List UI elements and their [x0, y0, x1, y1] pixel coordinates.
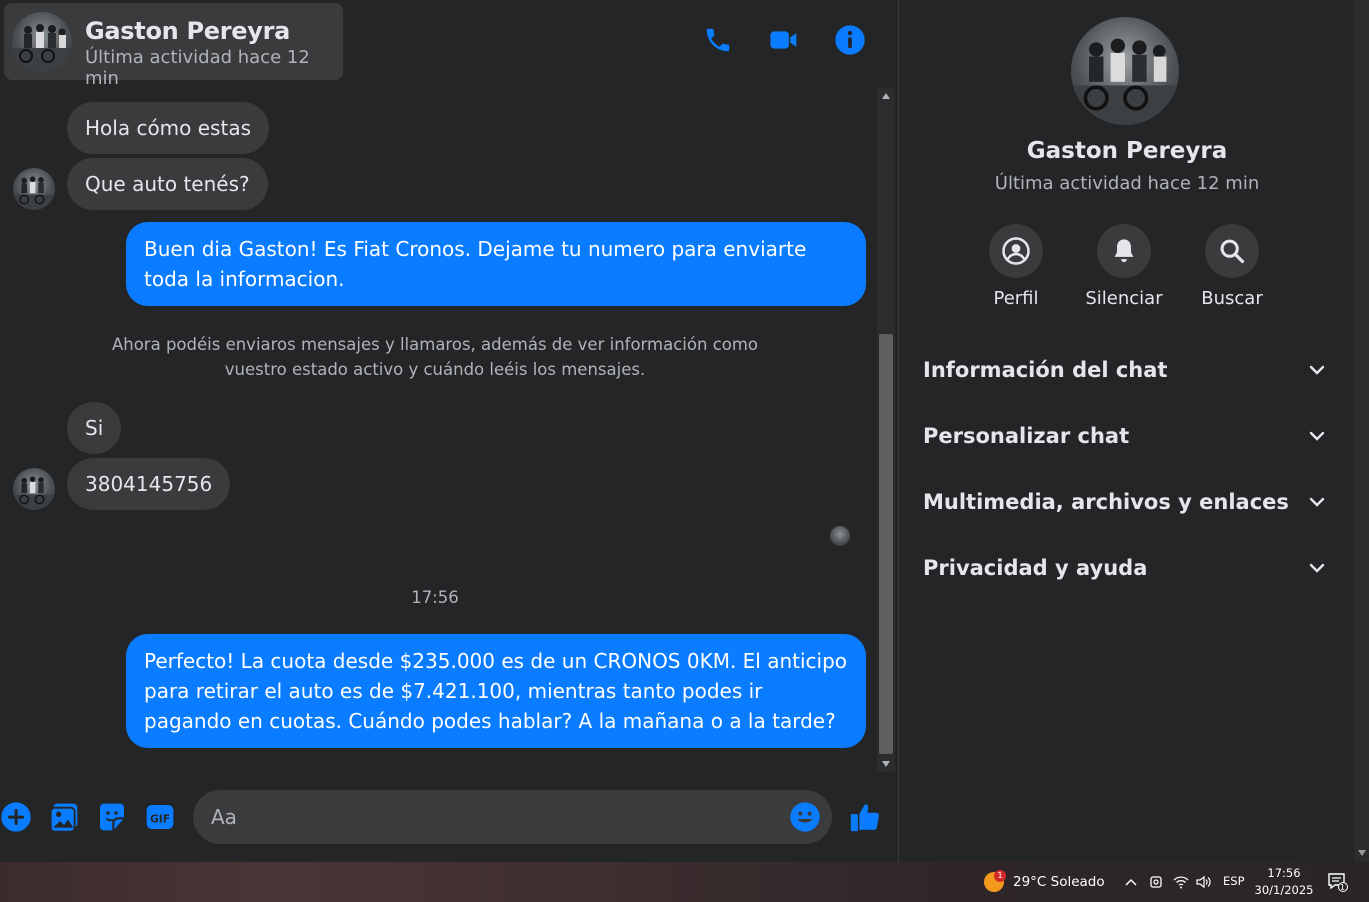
windows-taskbar: 1 29°C Soleado ESP 17:56 30/1/2025 1 [0, 862, 1369, 902]
message-outgoing[interactable]: Buen dia Gaston! Es Fiat Cronos. Dejame … [126, 222, 866, 306]
conversation-info-button[interactable] [832, 22, 868, 58]
chevron-down-icon [1309, 563, 1325, 573]
profile-label: Perfil [993, 288, 1039, 309]
search-button[interactable] [1205, 224, 1259, 278]
weather-badge: 1 [994, 870, 1006, 882]
contact-name: Gaston Pereyra [1026, 138, 1228, 164]
notifications-button[interactable]: 1 [1325, 870, 1349, 894]
emoji-button[interactable] [787, 799, 823, 835]
clock-date: 30/1/2025 [1254, 883, 1314, 897]
contact-status: Última actividad hace 12 min [85, 47, 310, 89]
plus-icon [1, 802, 31, 832]
emoji-icon [790, 802, 820, 832]
phone-icon [706, 28, 730, 52]
message-input[interactable] [193, 790, 832, 844]
info-icon [835, 25, 865, 55]
network-button[interactable] [1172, 872, 1190, 892]
chevron-down-icon [1309, 497, 1325, 507]
speaker-icon [1196, 875, 1211, 889]
clock-time: 17:56 [1267, 866, 1301, 880]
section-customize-chat[interactable]: Personalizar chat [909, 408, 1341, 464]
search-icon [1220, 239, 1245, 264]
camera-icon [1150, 876, 1162, 888]
section-label: Privacidad y ayuda [923, 556, 1148, 580]
section-label: Personalizar chat [923, 424, 1130, 448]
contact-profile-photo[interactable] [1071, 17, 1179, 125]
input-language[interactable]: ESP [1223, 874, 1245, 888]
wifi-icon [1173, 876, 1189, 889]
sticker-button[interactable] [94, 799, 130, 835]
page-scrollbar[interactable] [1354, 0, 1369, 862]
sender-avatar[interactable] [13, 168, 55, 210]
avatar-photo [12, 24, 72, 72]
user-circle-icon [1002, 237, 1030, 265]
show-hidden-icons-button[interactable] [1123, 872, 1139, 892]
section-label: Información del chat [923, 358, 1168, 382]
profile-button[interactable] [989, 224, 1043, 278]
mute-action[interactable]: Silenciar [1069, 224, 1179, 309]
weather-widget[interactable]: 29°C Soleado [1013, 874, 1105, 890]
scroll-up-arrow-icon[interactable] [877, 88, 895, 104]
profile-action[interactable]: Perfil [961, 224, 1071, 309]
message-list: Hola cómo estas Que auto tenés? Buen dia… [0, 88, 878, 772]
conversation-info-panel: Gaston Pereyra Última actividad hace 12 … [898, 0, 1354, 862]
search-label: Buscar [1201, 288, 1263, 309]
video-call-button[interactable] [766, 22, 802, 58]
chevron-down-icon [1309, 365, 1325, 375]
mute-button[interactable] [1097, 224, 1151, 278]
image-icon [49, 803, 78, 833]
message-incoming[interactable]: Si [67, 402, 122, 454]
like-icon [850, 804, 879, 832]
message-incoming[interactable]: 3804145756 [67, 458, 231, 510]
scroll-thumb[interactable] [879, 334, 893, 754]
more-actions-button[interactable] [0, 799, 34, 835]
chat-pane: Gaston Pereyra Última actividad hace 12 … [0, 0, 898, 862]
section-chat-info[interactable]: Información del chat [909, 342, 1341, 398]
avatar-photo [13, 476, 55, 510]
section-media-files-links[interactable]: Multimedia, archivos y enlaces [909, 474, 1341, 530]
system-notice: Ahora podéis enviaros mensajes y llamaro… [111, 335, 759, 379]
gif-icon: GIF [146, 805, 174, 829]
scroll-down-arrow-icon[interactable] [1358, 850, 1366, 856]
message-incoming[interactable]: Hola cómo estas [67, 102, 269, 154]
chat-header[interactable]: Gaston Pereyra Última actividad hace 12 … [4, 3, 343, 89]
contact-status: Última actividad hace 12 min [994, 173, 1260, 194]
message-timestamp: 17:56 [411, 588, 459, 607]
chevron-down-icon [1309, 431, 1325, 441]
read-receipt-avatar [830, 526, 850, 546]
bell-icon [1114, 239, 1134, 263]
svg-text:GIF: GIF [150, 812, 170, 825]
contact-name[interactable]: Gaston Pereyra [85, 17, 290, 45]
message-incoming[interactable]: Que auto tenés? [67, 158, 268, 210]
notification-count: 1 [1340, 883, 1346, 892]
mute-label: Silenciar [1085, 288, 1163, 309]
message-scrollbar[interactable] [877, 88, 895, 772]
search-action[interactable]: Buscar [1177, 224, 1287, 309]
section-label: Multimedia, archivos y enlaces [923, 490, 1289, 514]
system-clock[interactable]: 17:56 30/1/2025 [1252, 865, 1316, 899]
chevron-up-icon [1125, 878, 1137, 886]
phone-call-button[interactable] [700, 22, 736, 58]
attach-photo-button[interactable] [46, 799, 82, 835]
scroll-down-arrow-icon[interactable] [877, 756, 895, 772]
contact-avatar[interactable] [12, 12, 72, 72]
video-icon [770, 31, 797, 49]
message-outgoing[interactable]: Perfecto! La cuota desde $235.000 es de … [126, 634, 866, 748]
sticker-icon [100, 803, 124, 831]
avatar-photo [1071, 38, 1179, 125]
like-button[interactable] [847, 799, 883, 835]
sender-avatar[interactable] [13, 468, 55, 510]
volume-button[interactable] [1194, 872, 1212, 892]
section-privacy-help[interactable]: Privacidad y ayuda [909, 540, 1341, 596]
avatar-photo [13, 176, 55, 210]
meet-now-button[interactable] [1147, 872, 1165, 892]
gif-button[interactable]: GIF [142, 799, 178, 835]
